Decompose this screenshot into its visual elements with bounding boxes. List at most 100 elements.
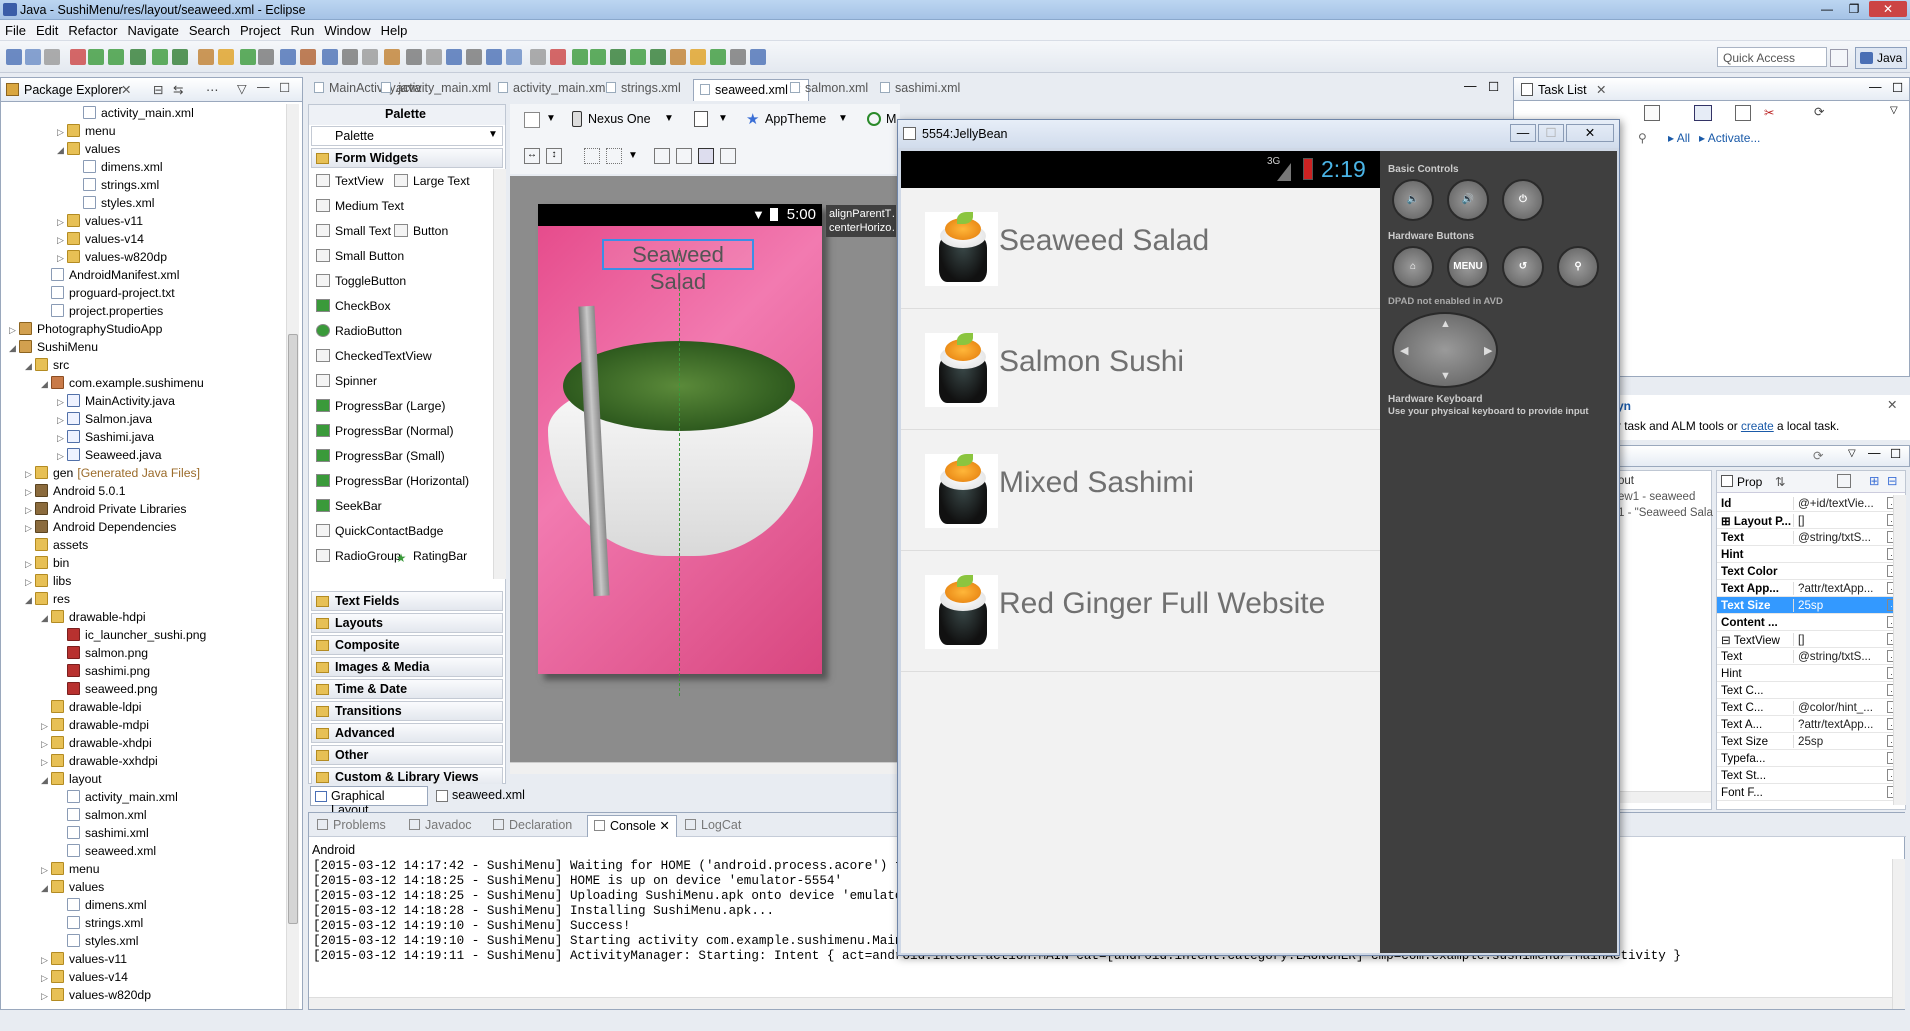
- tree-toggle-icon[interactable]: ▷: [57, 447, 67, 465]
- task-filter-all[interactable]: ▸ All: [1668, 131, 1690, 145]
- console-hscrollbar[interactable]: [309, 997, 1892, 1009]
- outline-sync-icon[interactable]: ⟳: [1813, 448, 1823, 463]
- java-perspective-button[interactable]: Java: [1855, 47, 1907, 69]
- palette-category[interactable]: Text Fields: [311, 591, 503, 611]
- tree-item[interactable]: ▷ Seaweed.java: [57, 446, 162, 464]
- property-row[interactable]: Hint…: [1717, 665, 1905, 682]
- scrollbar-thumb[interactable]: [288, 334, 298, 924]
- property-value[interactable]: @color/hint_...: [1793, 701, 1883, 714]
- tree-item[interactable]: ▷ values-w820dp: [41, 986, 151, 1004]
- property-value[interactable]: @string/txtS...: [1793, 531, 1883, 544]
- property-value[interactable]: []: [1793, 514, 1883, 527]
- tree-item[interactable]: ▷ MainActivity.java: [57, 392, 175, 410]
- device-selector[interactable]: Nexus One: [588, 112, 651, 126]
- minimize-window-icon[interactable]: —: [1815, 1, 1839, 17]
- dpad-control[interactable]: ▲ ▼ ◀ ▶: [1392, 312, 1498, 388]
- tree-toggle-icon[interactable]: ▷: [57, 393, 67, 411]
- toolbar-button-icon[interactable]: [240, 49, 256, 65]
- activate-link[interactable]: ▸ Activate...: [1699, 131, 1760, 145]
- tree-toggle-icon[interactable]: ◢: [41, 609, 51, 627]
- align-baseline-icon[interactable]: [698, 148, 714, 164]
- toolbar-button-icon[interactable]: [650, 49, 666, 65]
- tree-item[interactable]: ▷ Salmon.java: [57, 410, 152, 428]
- property-row[interactable]: ⊟ TextView[]…: [1717, 631, 1905, 648]
- tree-item[interactable]: ▷ libs: [25, 572, 71, 590]
- toolbar-button-icon[interactable]: [88, 49, 104, 65]
- outline-item[interactable]: 1 - "Seaweed Sala: [1618, 507, 1713, 519]
- toolbar-button-icon[interactable]: [630, 49, 646, 65]
- tree-toggle-icon[interactable]: ▷: [25, 573, 35, 591]
- tree-item[interactable]: activity_main.xml: [57, 788, 178, 806]
- tree-item[interactable]: ▷ values-v14: [57, 230, 144, 248]
- tree-item[interactable]: sashimi.png: [57, 662, 150, 680]
- console-tab-console[interactable]: Console ✕: [587, 815, 677, 837]
- property-row[interactable]: Text App...?attr/textApp...…: [1717, 580, 1905, 597]
- tree-item[interactable]: ▷ Android Dependencies: [25, 518, 176, 536]
- sync-icon[interactable]: ⟳: [1814, 104, 1824, 119]
- maximize-view-icon[interactable]: ☐: [279, 80, 290, 95]
- activity-icon[interactable]: [867, 112, 881, 126]
- toolbar-button-icon[interactable]: [572, 49, 588, 65]
- tree-item[interactable]: ▷ drawable-mdpi: [41, 716, 149, 734]
- property-value[interactable]: 25sp: [1793, 735, 1883, 748]
- tree-item[interactable]: ◢ layout: [41, 770, 102, 788]
- tree-item[interactable]: assets: [25, 536, 88, 554]
- tree-toggle-icon[interactable]: ▷: [57, 213, 67, 231]
- power-icon[interactable]: ⏻: [1502, 179, 1544, 221]
- tree-item[interactable]: ▷ gen [Generated Java Files]: [25, 464, 200, 482]
- toolbar-button-icon[interactable]: [590, 49, 606, 65]
- tree-toggle-icon[interactable]: ◢: [9, 339, 19, 357]
- back-icon[interactable]: ↺: [1502, 246, 1544, 288]
- tree-item[interactable]: strings.xml: [73, 176, 159, 194]
- tree-item[interactable]: drawable-ldpi: [41, 698, 142, 716]
- outline-item[interactable]: out: [1618, 475, 1634, 487]
- config-chooser-icon[interactable]: [524, 112, 540, 128]
- margins-icon[interactable]: [584, 148, 600, 164]
- property-value[interactable]: ?attr/textApp...: [1793, 582, 1883, 595]
- new-task-icon[interactable]: [1644, 105, 1660, 121]
- canvas-hscrollbar[interactable]: [510, 762, 898, 774]
- tree-item[interactable]: ▷ Android Private Libraries: [25, 500, 186, 518]
- tree-item[interactable]: ▷ menu: [41, 860, 100, 878]
- toolbar-button-icon[interactable]: [300, 49, 316, 65]
- chevron-down-icon[interactable]: ▽: [1890, 105, 1898, 116]
- console-scrollbar[interactable]: [1892, 859, 1905, 1009]
- open-perspective-icon[interactable]: [1830, 49, 1848, 67]
- property-row[interactable]: Hint…: [1717, 546, 1905, 563]
- task-list-tab[interactable]: Task List ✕ — ☐: [1513, 77, 1910, 101]
- tree-item[interactable]: strings.xml: [57, 914, 143, 932]
- palette-category[interactable]: Transitions: [311, 701, 503, 721]
- xml-source-tab[interactable]: seaweed.xml: [434, 788, 525, 802]
- toolbar-button-icon[interactable]: [384, 49, 400, 65]
- tree-toggle-icon[interactable]: ▷: [41, 753, 51, 771]
- palette-category[interactable]: Composite: [311, 635, 503, 655]
- toolbar-button-icon[interactable]: [342, 49, 358, 65]
- property-row[interactable]: Font F...…: [1717, 784, 1905, 801]
- fill-height-icon[interactable]: ↕: [546, 148, 562, 164]
- align-right-icon[interactable]: [720, 148, 736, 164]
- tree-item[interactable]: ◢ values: [41, 878, 104, 896]
- tree-toggle-icon[interactable]: ▷: [57, 249, 67, 267]
- menu-project[interactable]: Project: [235, 20, 285, 38]
- toolbar-button-icon[interactable]: [486, 49, 502, 65]
- console-tab-declaration[interactable]: Declaration: [493, 818, 572, 832]
- maximize-view-icon[interactable]: ☐: [1890, 446, 1901, 461]
- tree-item[interactable]: ▷ values-v14: [41, 968, 128, 986]
- categorize-icon[interactable]: [1694, 105, 1712, 121]
- tree-toggle-icon[interactable]: ◢: [57, 141, 67, 159]
- properties-layout-icon[interactable]: [1837, 474, 1851, 488]
- close-view-icon[interactable]: ✕: [121, 82, 131, 97]
- tree-item[interactable]: ▷ values-w820dp: [57, 248, 167, 266]
- tree-item[interactable]: project.properties: [41, 302, 163, 320]
- console-tab-problems[interactable]: Problems: [317, 818, 386, 832]
- property-row[interactable]: Text St...…: [1717, 767, 1905, 784]
- tree-item[interactable]: AndroidManifest.xml: [41, 266, 179, 284]
- tree-toggle-icon[interactable]: ◢: [25, 591, 35, 609]
- properties-scrollbar[interactable]: [1893, 495, 1906, 805]
- property-row[interactable]: Text C...…: [1717, 682, 1905, 699]
- property-row[interactable]: ⊞ Layout P...[]…: [1717, 512, 1905, 529]
- align-left-icon[interactable]: [654, 148, 670, 164]
- toolbar-button-icon[interactable]: [6, 49, 22, 65]
- toolbar-button-icon[interactable]: [258, 49, 274, 65]
- chevron-down-icon[interactable]: ▽: [1848, 448, 1856, 459]
